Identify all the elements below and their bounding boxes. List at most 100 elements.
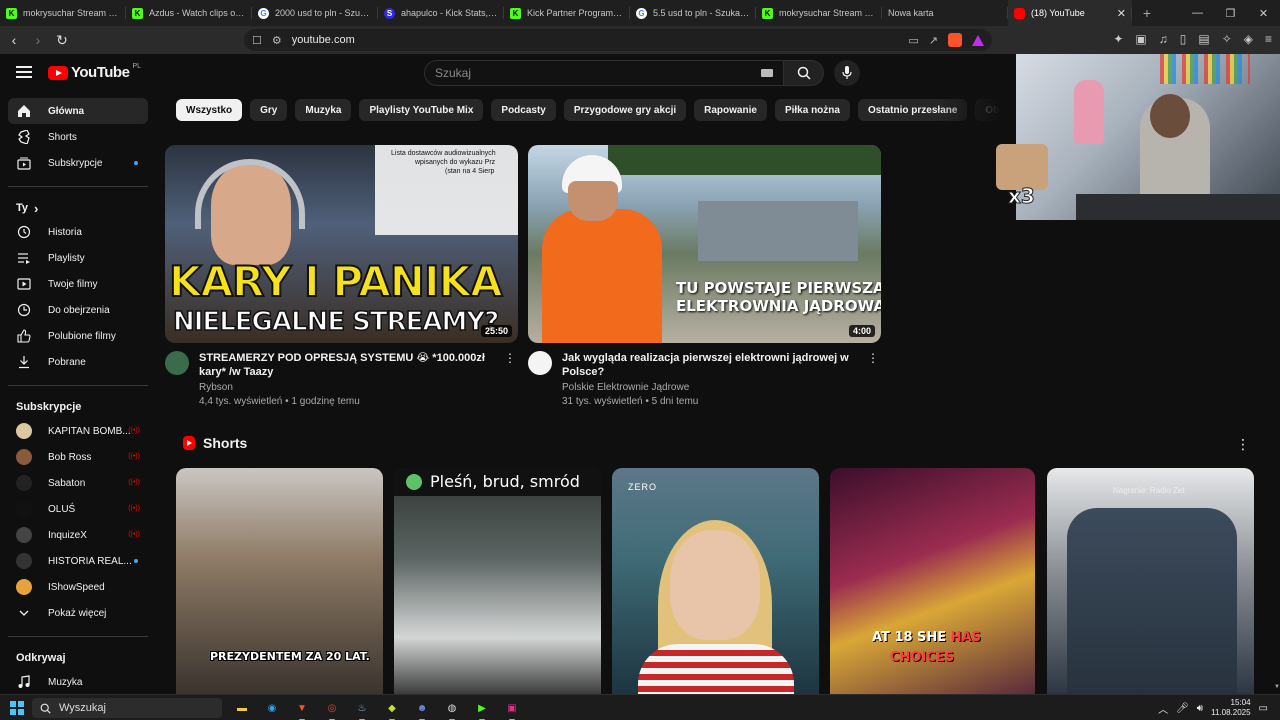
video-thumbnail[interactable]: TU POWSTAJE PIERWSZA ELEKTROWNIA JĄDROWA… bbox=[528, 145, 881, 343]
filter-chip[interactable]: Rapowanie bbox=[694, 99, 767, 121]
more-options-icon[interactable]: ⋮ bbox=[867, 351, 879, 365]
cast-icon[interactable]: ▭ bbox=[908, 34, 918, 47]
short-card[interactable]: ZERO bbox=[612, 468, 819, 694]
sidebar-item[interactable]: Główna bbox=[8, 98, 148, 124]
close-tab-icon[interactable]: ✕ bbox=[1117, 7, 1126, 20]
sidebar-item[interactable]: Polubione filmy bbox=[8, 323, 148, 349]
windows-start-icon[interactable] bbox=[10, 700, 24, 715]
new-tab-icon[interactable]: + bbox=[1132, 0, 1162, 26]
browser-tab[interactable]: K Azdus - Watch clips on Kic bbox=[126, 0, 252, 26]
short-card[interactable]: AT 18 SHE HAS CHOICES bbox=[830, 468, 1035, 694]
media-icon[interactable]: ♫ bbox=[1159, 32, 1168, 46]
browser-tab[interactable]: (18) YouTube ✕ bbox=[1008, 0, 1132, 26]
filter-chip[interactable]: Playlisty YouTube Mix bbox=[359, 99, 484, 121]
filter-chip[interactable]: Muzyka bbox=[295, 99, 352, 121]
sidebar-item[interactable]: Sabaton ((•)) bbox=[8, 470, 148, 496]
voice-search-button[interactable] bbox=[834, 60, 860, 86]
vpn-icon[interactable]: ◈ bbox=[1244, 32, 1253, 46]
chrome-icon[interactable]: ◎ bbox=[322, 698, 342, 720]
obs-icon[interactable]: ◍ bbox=[442, 698, 462, 720]
sidebar-item[interactable]: Historia bbox=[8, 219, 148, 245]
short-card[interactable]: Nagranie: Radio Zet bbox=[1047, 468, 1254, 694]
sidebar-item[interactable]: Shorts bbox=[8, 124, 148, 150]
back-icon[interactable]: ‹ bbox=[4, 30, 24, 50]
browser-tab[interactable]: K Kick Partner Program - Kic bbox=[504, 0, 630, 26]
video-card[interactable]: Lista dostawców audiowizualnych wpisanyc… bbox=[165, 145, 518, 407]
more-options-icon[interactable]: ⋮ bbox=[504, 351, 516, 365]
youtube-logo[interactable]: YouTube PL bbox=[48, 63, 141, 81]
filter-chip[interactable]: Wszystko bbox=[176, 99, 243, 121]
extensions-icon[interactable]: ✦ bbox=[1113, 32, 1123, 46]
sidebar-item[interactable]: Bob Ross ((•)) bbox=[8, 444, 148, 470]
minimize-icon[interactable]: — bbox=[1181, 0, 1214, 26]
channel-name[interactable]: Polskie Elektrownie Jądrowe bbox=[562, 382, 863, 393]
clock[interactable]: 15:04 11.08.2025 bbox=[1211, 698, 1250, 718]
filter-chip[interactable]: Podcasty bbox=[491, 99, 556, 121]
volume-icon[interactable]: 🔊︎ bbox=[1197, 703, 1203, 714]
browser-tab[interactable]: Kmokrysuchar Stream - Wat bbox=[756, 0, 882, 26]
menu-icon[interactable]: ≡ bbox=[1265, 32, 1272, 46]
steam-icon[interactable]: ♨ bbox=[352, 698, 372, 720]
sidebar-item[interactable]: Muzyka bbox=[8, 669, 148, 694]
video-thumbnail[interactable]: Lista dostawców audiowizualnych wpisanyc… bbox=[165, 145, 518, 343]
more-options-icon[interactable]: ⋮ bbox=[1236, 436, 1250, 453]
leo-icon[interactable]: ✧ bbox=[1222, 32, 1232, 46]
browser-tab[interactable]: G 2000 usd to pln - Szukaj w bbox=[252, 0, 378, 26]
search-input[interactable]: Szukaj bbox=[424, 60, 784, 86]
notifications-icon[interactable]: ▭ bbox=[1259, 703, 1268, 714]
sidebar-item[interactable]: HISTORIA REAL... bbox=[8, 548, 148, 574]
short-card[interactable]: Pleśń, brud, smród bbox=[394, 468, 601, 694]
screenshot-icon[interactable]: ▣ bbox=[1135, 32, 1146, 46]
sidebar-item[interactable]: Pobrane bbox=[8, 349, 148, 375]
video-title[interactable]: STREAMERZY POD OPRESJĄ SYSTEMU 😭 *100.00… bbox=[199, 351, 500, 379]
channel-name[interactable]: Rybson bbox=[199, 382, 500, 393]
sidebar-section-header[interactable]: Ty › bbox=[0, 197, 156, 219]
sidebar-item[interactable]: Playlisty bbox=[8, 245, 148, 271]
browser-tab[interactable]: Nowa karta bbox=[882, 0, 1008, 26]
reload-icon[interactable]: ↻ bbox=[52, 30, 72, 50]
tray-chevron-icon[interactable]: ︿ bbox=[1158, 701, 1168, 716]
search-button[interactable] bbox=[784, 60, 824, 86]
file-explorer-icon[interactable]: ▬ bbox=[232, 698, 252, 718]
bookmark-icon[interactable]: ☐ bbox=[252, 34, 262, 47]
video-card[interactable]: TU POWSTAJE PIERWSZA ELEKTROWNIA JĄDROWA… bbox=[528, 145, 881, 407]
sidebar-item[interactable]: InquizeX ((•)) bbox=[8, 522, 148, 548]
edge-icon[interactable]: ◉ bbox=[262, 698, 282, 718]
app-icon[interactable]: ◆ bbox=[382, 698, 402, 720]
brave-icon[interactable]: ▼ bbox=[292, 698, 312, 720]
share-icon[interactable]: ↗ bbox=[929, 34, 938, 47]
scroll-down-arrow[interactable]: ▼ bbox=[1274, 684, 1280, 692]
wallet-icon[interactable]: ▤ bbox=[1198, 32, 1209, 46]
menu-icon[interactable] bbox=[16, 66, 32, 78]
browser-tab[interactable]: Kmokrysuchar Stream - Wat bbox=[0, 0, 126, 26]
filter-chip[interactable]: Piłka nożna bbox=[774, 99, 850, 121]
kick-icon[interactable]: ▶ bbox=[472, 698, 492, 720]
sidebar-item[interactable]: IShowSpeed bbox=[8, 574, 148, 600]
browser-tab[interactable]: G 5.5 usd to pln - Szukaj w G bbox=[630, 0, 756, 26]
sidebar-icon[interactable]: ▯ bbox=[1180, 32, 1187, 46]
microphone-icon[interactable]: 🎤︎ bbox=[1176, 703, 1189, 714]
filter-chip[interactable]: Przygodowe gry akcji bbox=[563, 99, 687, 121]
url-field[interactable]: ☐ ⚙ youtube.com ▭ ↗ bbox=[244, 29, 992, 51]
site-info-icon[interactable]: ⚙ bbox=[272, 34, 282, 47]
discord-icon[interactable]: ☻ bbox=[412, 698, 432, 720]
forward-icon[interactable]: › bbox=[28, 30, 48, 50]
channel-avatar[interactable] bbox=[165, 351, 189, 375]
filter-chip[interactable]: Gry bbox=[250, 99, 288, 121]
sidebar-item[interactable]: KAPITAN BOMB... ((•)) bbox=[8, 418, 148, 444]
brave-rewards-icon[interactable] bbox=[972, 34, 984, 46]
sidebar-item[interactable]: Subskrypcje bbox=[8, 150, 148, 176]
sidebar-item[interactable]: Do obejrzenia bbox=[8, 297, 148, 323]
sidebar-item[interactable]: OLUŚ ((•)) bbox=[8, 496, 148, 522]
taskbar-search[interactable]: Wyszukaj bbox=[32, 698, 222, 718]
restore-icon[interactable]: ❐ bbox=[1214, 0, 1247, 26]
sidebar-item[interactable]: Twoje filmy bbox=[8, 271, 148, 297]
keyboard-icon[interactable] bbox=[761, 69, 773, 77]
browser-tab[interactable]: Sahapulco - Kick Stats, Anal bbox=[378, 0, 504, 26]
video-title[interactable]: Jak wygląda realizacja pierwszej elektro… bbox=[562, 351, 863, 379]
streamlabs-icon[interactable]: ▣ bbox=[502, 698, 522, 720]
channel-avatar[interactable] bbox=[528, 351, 552, 375]
sidebar-item[interactable]: Pokaż więcej bbox=[8, 600, 148, 626]
brave-shields-icon[interactable] bbox=[948, 33, 962, 47]
close-window-icon[interactable]: ✕ bbox=[1247, 0, 1280, 26]
